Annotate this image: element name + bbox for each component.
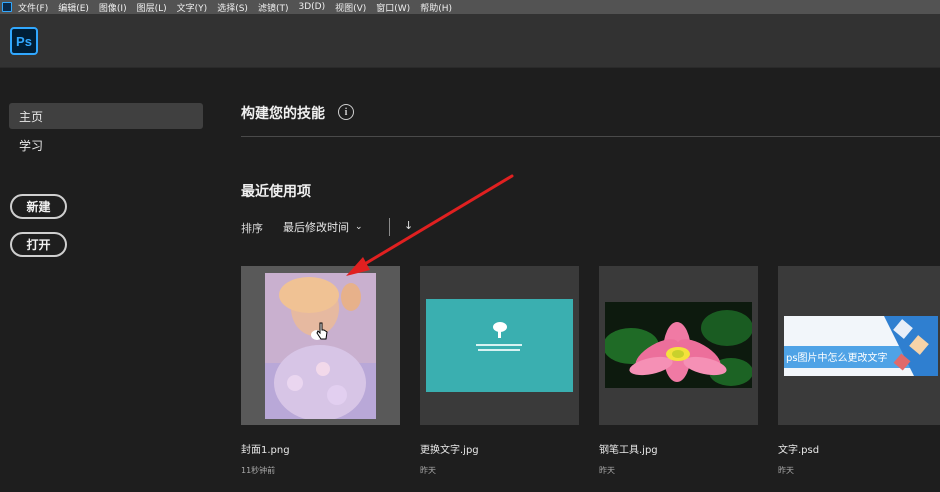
new-button[interactable]: 新建 — [10, 194, 67, 219]
sort-label: 排序 — [241, 222, 263, 235]
file-time-3: 昨天 — [599, 466, 615, 475]
sidebar-item-home[interactable]: 主页 — [9, 103, 203, 129]
section-divider — [241, 136, 940, 137]
menu-help[interactable]: 帮助(H) — [420, 1, 452, 14]
hand-cursor-icon — [316, 322, 328, 340]
photoshop-app-icon — [2, 2, 12, 12]
file-card-3[interactable] — [599, 266, 758, 425]
recent-title: 最近使用项 — [241, 184, 311, 200]
thumbnail-portrait — [265, 273, 376, 419]
sort-value: 最后修改时间 — [283, 221, 349, 234]
menu-filter[interactable]: 滤镜(T) — [258, 1, 289, 14]
file-card-4[interactable]: ps图片中怎么更改文字 — [778, 266, 940, 425]
menu-layer[interactable]: 图层(L) — [137, 1, 167, 14]
menu-bar: 文件(F) 编辑(E) 图像(I) 图层(L) 文字(Y) 选择(S) 滤镜(T… — [0, 0, 940, 14]
file-name-3: 钢笔工具.jpg — [599, 445, 658, 456]
file-time-2: 昨天 — [420, 466, 436, 475]
menu-select[interactable]: 选择(S) — [217, 1, 248, 14]
file-time-1: 11秒钟前 — [241, 466, 276, 475]
sort-separator — [389, 218, 390, 236]
file-card-2[interactable] — [420, 266, 579, 425]
thumbnail-text-banner: ps图片中怎么更改文字 — [784, 316, 938, 376]
sort-direction-icon[interactable]: ↓ — [404, 219, 413, 232]
menu-3d[interactable]: 3D(D) — [298, 2, 325, 12]
sidebar: 主页 学习 新建 打开 — [0, 69, 215, 492]
ps-logo[interactable]: Ps — [10, 27, 38, 55]
chevron-down-icon: ⌄ — [355, 222, 363, 232]
thumbnail-banner-text: ps图片中怎么更改文字 — [786, 353, 888, 364]
file-card-1[interactable] — [241, 266, 400, 425]
file-name-4: 文字.psd — [778, 445, 820, 456]
menu-edit[interactable]: 编辑(E) — [58, 1, 89, 14]
menu-type[interactable]: 文字(Y) — [177, 1, 208, 14]
file-name-1: 封面1.png — [241, 445, 290, 456]
thumbnail-lotus — [605, 302, 752, 388]
skills-title: 构建您的技能 — [241, 106, 325, 122]
open-button[interactable]: 打开 — [10, 232, 67, 257]
menu-window[interactable]: 窗口(W) — [376, 1, 410, 14]
sidebar-item-learn[interactable]: 学习 — [9, 132, 203, 158]
info-icon[interactable]: i — [338, 104, 354, 120]
menu-file[interactable]: 文件(F) — [18, 1, 48, 14]
menu-image[interactable]: 图像(I) — [99, 1, 127, 14]
file-name-2: 更换文字.jpg — [420, 445, 479, 456]
menu-view[interactable]: 视图(V) — [335, 1, 366, 14]
sort-dropdown[interactable]: 最后修改时间 ⌄ — [283, 219, 363, 235]
app-header: Ps — [0, 14, 940, 68]
thumbnail-teal-banner — [426, 299, 573, 392]
file-time-4: 昨天 — [778, 466, 794, 475]
